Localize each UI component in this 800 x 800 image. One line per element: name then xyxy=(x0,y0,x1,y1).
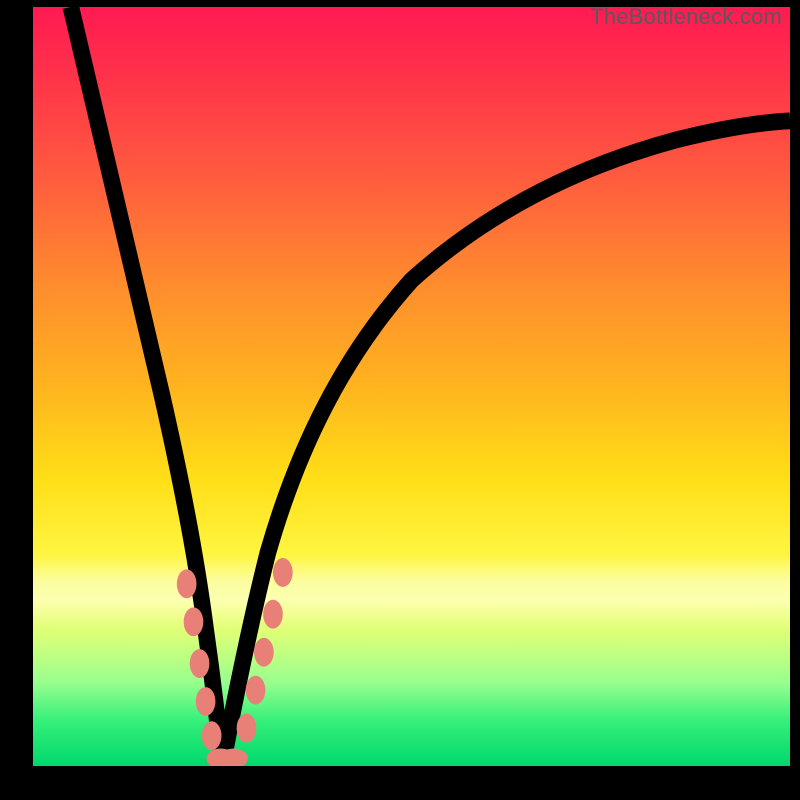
watermark-text: TheBottleneck.com xyxy=(590,4,782,30)
chart-stage: TheBottleneck.com xyxy=(0,0,800,800)
gradient-background xyxy=(33,7,790,766)
